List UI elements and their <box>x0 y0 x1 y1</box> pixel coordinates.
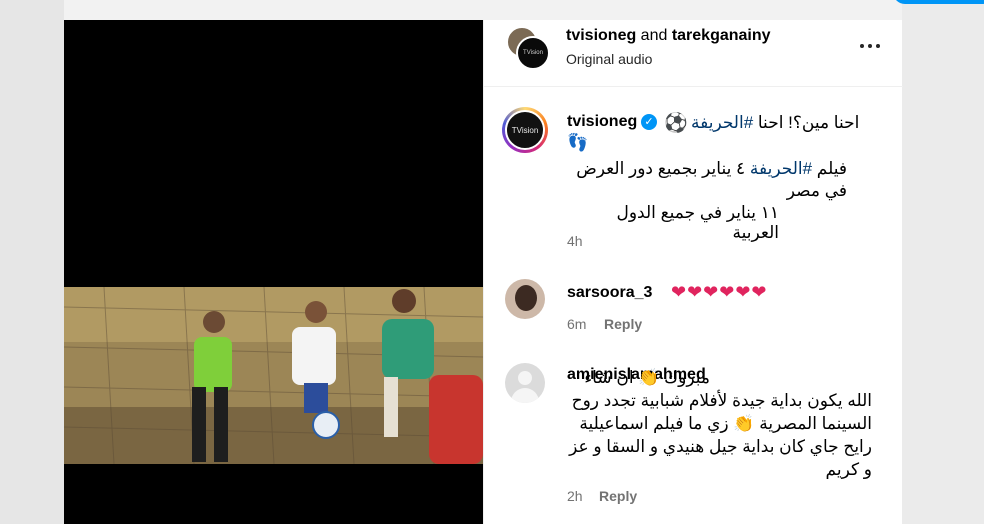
caption-avatar[interactable]: TVision <box>502 107 548 153</box>
reply-button-2[interactable]: Reply <box>599 488 637 504</box>
avatar-stack[interactable]: TVision <box>506 26 550 70</box>
header-username-2[interactable]: tarekganainy <box>672 27 771 44</box>
caption-avatar-logo: TVision <box>505 110 545 150</box>
comment-text-2-body: مبروك 👏 ان شاء الله يكون بداية جيدة لأفل… <box>569 368 872 479</box>
football-emoji-icon: ⚽ <box>664 113 688 134</box>
backdrop-left <box>0 0 64 524</box>
original-audio-link[interactable]: Original audio <box>566 51 652 67</box>
comment-timestamp-2[interactable]: 2h <box>567 488 583 504</box>
comment-avatar[interactable] <box>505 279 545 319</box>
avatar-account[interactable]: TVision <box>516 36 550 70</box>
reply-button[interactable]: Reply <box>604 316 642 332</box>
header-and: and <box>636 27 672 44</box>
top-action-button[interactable] <box>893 0 984 4</box>
post-media[interactable] <box>64 20 483 524</box>
player-red <box>429 375 483 464</box>
comment-text: ❤❤❤❤❤❤ <box>671 282 768 302</box>
comment-timestamp[interactable]: 6m <box>567 316 586 332</box>
caption-line-2: فيلم #الحريفة ٤ يناير بجميع دور العرض في… <box>567 158 847 202</box>
caption-line-2-pre: فيلم <box>812 159 847 178</box>
caption-username[interactable]: tvisioneg <box>567 113 637 131</box>
caption-line-1: احنا مين؟! احنا #الحريفة <box>691 113 859 133</box>
hashtag-link-2[interactable]: #الحريفة <box>750 159 812 178</box>
comments-panel: TVision tvisioneg and tarekganainy Origi… <box>483 20 903 524</box>
post-modal: TVision tvisioneg and tarekganainy Origi… <box>64 20 903 524</box>
post-header: TVision tvisioneg and tarekganainy Origi… <box>484 20 903 87</box>
backdrop-right <box>902 0 984 524</box>
header-username-1[interactable]: tvisioneg <box>566 27 636 44</box>
comment-avatar-default[interactable] <box>505 363 545 403</box>
football <box>312 411 340 439</box>
header-usernames: tvisioneg and tarekganainy <box>566 27 771 45</box>
video-frame[interactable] <box>64 287 483 464</box>
caption-timestamp[interactable]: 4h <box>567 233 583 249</box>
footprints-emoji-icon: 👣 <box>567 133 589 152</box>
hashtag-link[interactable]: #الحريفة <box>691 113 753 132</box>
more-options-icon[interactable] <box>858 36 882 56</box>
caption-line-3: ١١ يناير في جميع الدول العربية <box>616 203 779 242</box>
verified-badge-icon: ✓ <box>641 114 657 130</box>
comment-text-2: مبروك 👏 ان شاء الله يكون بداية جيدة لأفل… <box>567 366 872 481</box>
comment-username[interactable]: sarsoora_3 <box>567 284 652 302</box>
caption-line-1-text: احنا مين؟! احنا <box>753 113 860 132</box>
